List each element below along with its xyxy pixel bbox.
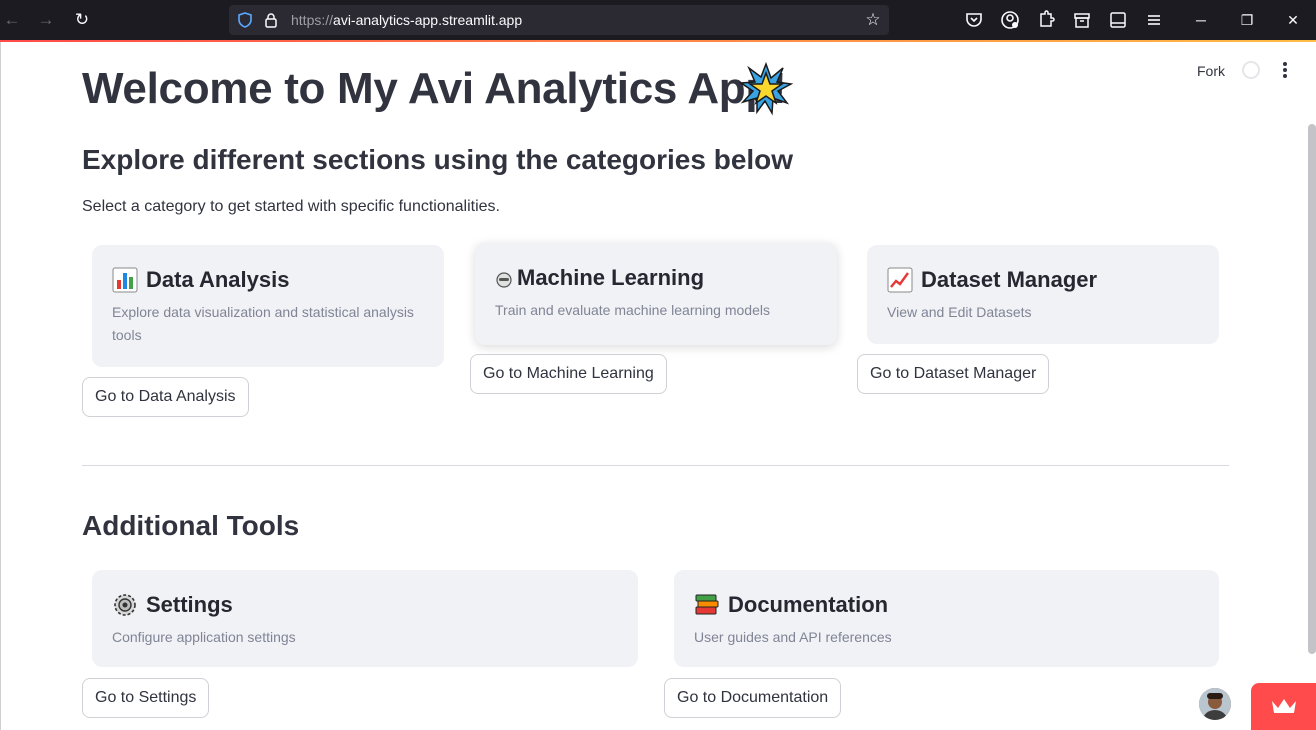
card-title: Settings — [112, 592, 618, 618]
restore-icon[interactable]: ❐ — [1235, 8, 1259, 32]
section-subtitle: Explore different sections using the cat… — [82, 144, 794, 175]
avatar[interactable] — [1199, 688, 1231, 720]
bookmark-star-icon[interactable]: ☆ — [863, 10, 883, 30]
more-options-icon[interactable] — [1277, 60, 1293, 80]
account-icon[interactable] — [999, 9, 1021, 31]
extensions-icon[interactable] — [1035, 9, 1057, 31]
glowing-star-icon — [738, 61, 794, 116]
card-description: User guides and API references — [694, 629, 892, 645]
close-icon[interactable]: ✕ — [1281, 8, 1305, 32]
card-settings: Settings Configure application settings — [92, 570, 638, 667]
additional-tools-heading: Additional Tools — [82, 510, 300, 541]
url-text: https://avi-analytics-app.streamlit.app — [291, 12, 523, 28]
card-title: Machine Learning — [495, 265, 817, 291]
sidebar-icon[interactable] — [1107, 9, 1129, 31]
go-to-machine-learning-button[interactable]: Go to Machine Learning — [470, 354, 667, 394]
card-data-analysis: Data Analysis Explore data visualization… — [92, 245, 444, 367]
minimize-icon[interactable]: ─ — [1189, 8, 1213, 32]
go-to-settings-button[interactable]: Go to Settings — [82, 678, 210, 718]
streamlit-badge[interactable] — [1251, 683, 1316, 730]
section-divider — [82, 465, 1229, 466]
reload-icon[interactable]: ↻ — [70, 8, 94, 32]
fork-button[interactable]: Fork — [1197, 63, 1225, 79]
menu-icon[interactable] — [1143, 9, 1165, 31]
app-main: Fork Welcome to My Avi Analytics App! Ex… — [0, 42, 1316, 730]
card-title: Data Analysis — [112, 267, 424, 293]
gear-icon — [112, 592, 138, 618]
robot-icon — [495, 269, 513, 288]
go-to-dataset-manager-button[interactable]: Go to Dataset Manager — [857, 354, 1050, 394]
bar-chart-icon — [112, 267, 138, 293]
scrollbar[interactable] — [1308, 124, 1316, 654]
page-title: Welcome to My Avi Analytics App! — [82, 64, 787, 113]
forward-icon[interactable]: → — [34, 8, 58, 32]
books-icon — [694, 592, 720, 618]
intro-text: Select a category to get started with sp… — [82, 198, 500, 215]
card-description: View and Edit Datasets — [887, 304, 1032, 320]
crown-icon — [1272, 699, 1296, 713]
address-bar[interactable]: https://avi-analytics-app.streamlit.app … — [229, 5, 889, 35]
card-dataset-manager: Dataset Manager View and Edit Datasets — [867, 245, 1219, 344]
card-title: Documentation — [694, 592, 1199, 618]
card-machine-learning: Machine Learning Train and evaluate mach… — [475, 243, 837, 345]
github-icon[interactable] — [1242, 61, 1260, 79]
browser-toolbar: ← → ↻ https://avi-analytics-app.streamli… — [0, 0, 1316, 40]
card-description: Explore data visualization and statistic… — [112, 304, 414, 343]
card-description: Train and evaluate machine learning mode… — [495, 302, 770, 318]
trending-chart-icon — [887, 267, 913, 293]
go-to-data-analysis-button[interactable]: Go to Data Analysis — [82, 377, 249, 417]
card-description: Configure application settings — [112, 629, 296, 645]
go-to-documentation-button[interactable]: Go to Documentation — [664, 678, 842, 718]
card-documentation: Documentation User guides and API refere… — [674, 570, 1219, 667]
card-title: Dataset Manager — [887, 267, 1199, 293]
back-icon[interactable]: ← — [0, 8, 24, 32]
container-icon[interactable] — [1071, 9, 1093, 31]
lock-icon[interactable] — [263, 12, 279, 28]
pocket-icon[interactable] — [963, 9, 985, 31]
tracking-protection-icon[interactable] — [237, 12, 253, 28]
